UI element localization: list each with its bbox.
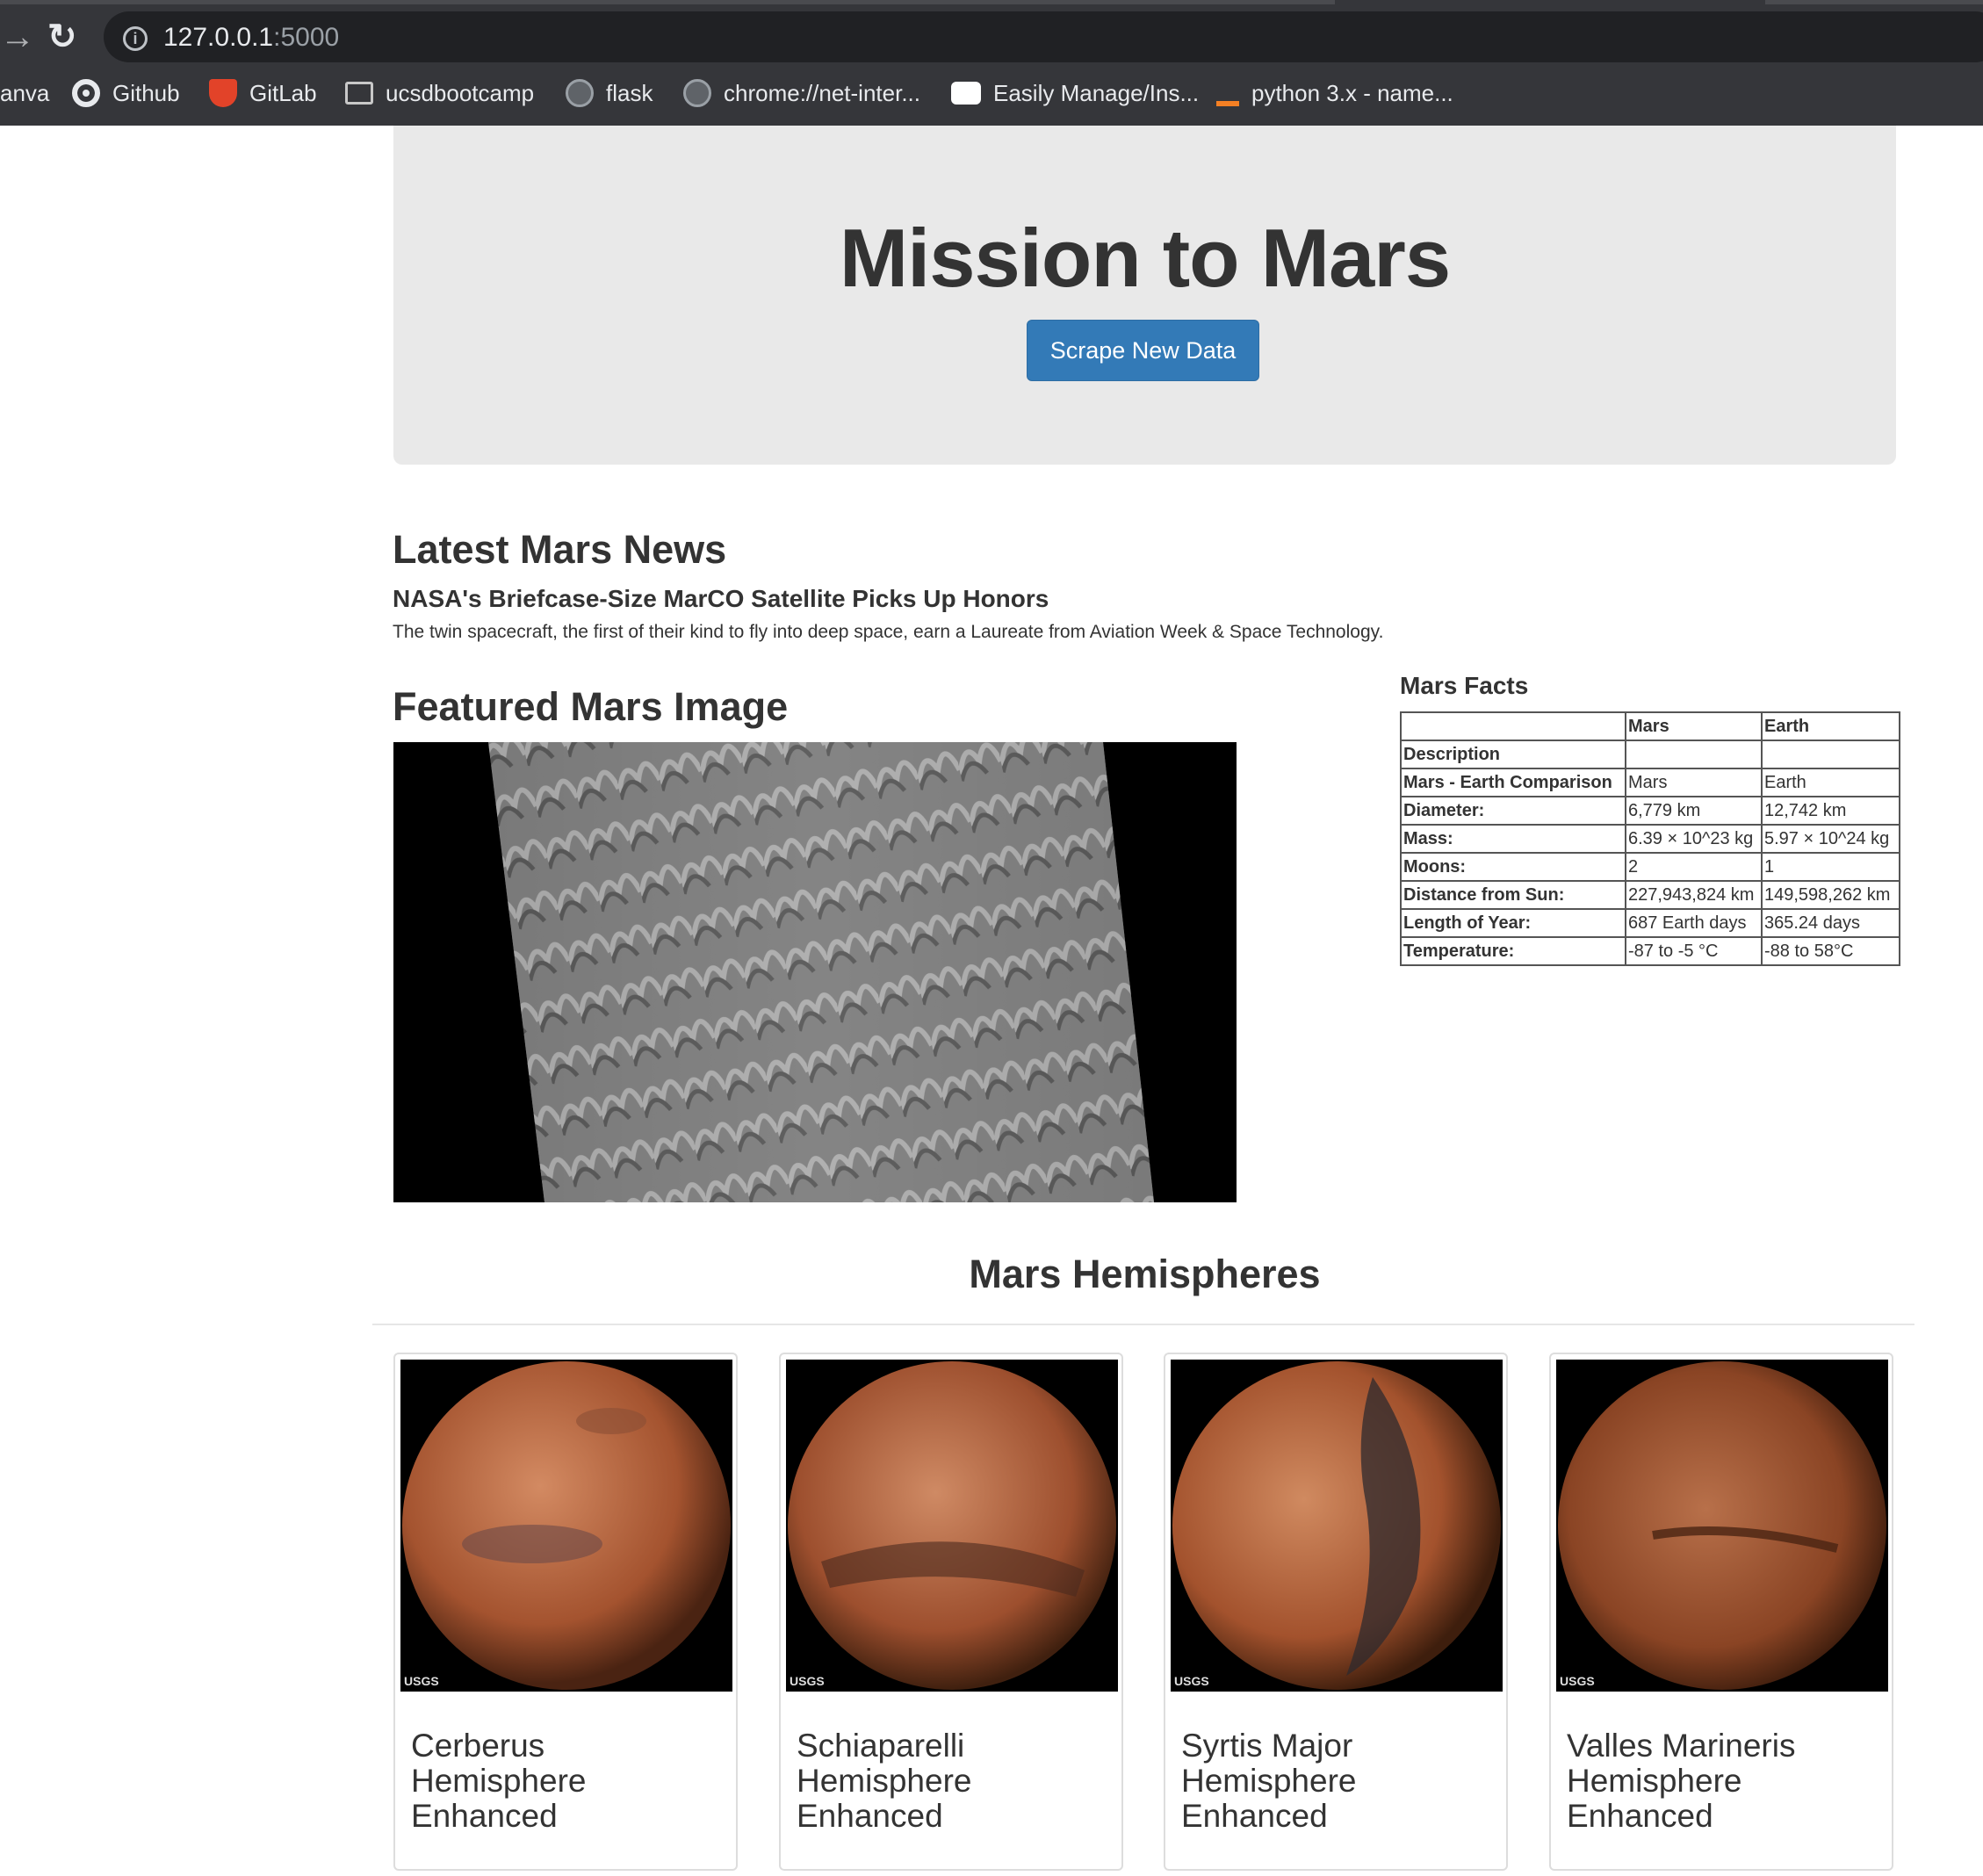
table-cell: 365.24 days — [1761, 908, 1900, 938]
hemisphere-image: USGS — [1556, 1360, 1888, 1692]
github-icon — [72, 79, 100, 107]
usgs-logo: USGS — [404, 1674, 439, 1688]
bookmark-github[interactable]: Github — [72, 74, 180, 112]
bookmark-canva[interactable]: anva — [0, 74, 49, 112]
globe-icon — [683, 79, 711, 107]
table-header-cell: Earth — [1761, 711, 1900, 741]
hemisphere-image: USGS — [786, 1360, 1118, 1692]
table-cell: Earth — [1761, 768, 1900, 797]
divider — [372, 1324, 1914, 1325]
table-header-cell: Mars — [1625, 711, 1763, 741]
medium-icon — [951, 82, 981, 105]
hemisphere-title[interactable]: Cerberus Hemisphere Enhanced — [411, 1728, 710, 1834]
news-paragraph: The twin spacecraft, the first of their … — [393, 622, 1384, 642]
table-row: Mass: 6.39 × 10^23 kg 5.97 × 10^24 kg — [1400, 824, 1900, 854]
site-info-icon[interactable]: i — [123, 26, 148, 51]
bookmark-label: Easily Manage/Ins... — [993, 79, 1200, 106]
table-cell: 149,598,262 km — [1761, 880, 1900, 910]
usgs-logo: USGS — [1560, 1674, 1595, 1688]
page-title: Mission to Mars — [839, 212, 1451, 304]
table-row: Temperature: -87 to -5 °C -88 to 58°C — [1400, 936, 1900, 966]
news-title: NASA's Briefcase-Size MarCO Satellite Pi… — [393, 585, 1049, 612]
table-cell: 227,943,824 km — [1625, 880, 1763, 910]
table-cell: 6.39 × 10^23 kg — [1625, 824, 1763, 854]
bookmark-label: anva — [0, 79, 50, 106]
mars-facts-heading: Mars Facts — [1400, 672, 1529, 699]
table-row: Diameter: 6,779 km 12,742 km — [1400, 796, 1900, 826]
gitlab-icon — [209, 79, 237, 107]
table-cell: 12,742 km — [1761, 796, 1900, 826]
table-cell: Diameter: — [1400, 796, 1626, 826]
bookmark-label: python 3.x - name... — [1251, 79, 1453, 106]
featured-mars-image — [393, 742, 1237, 1202]
table-header-cell — [1400, 711, 1626, 741]
table-cell — [1761, 740, 1900, 769]
bookmark-label: GitLab — [249, 79, 317, 106]
table-cell: Moons: — [1400, 852, 1626, 882]
table-cell: 6,779 km — [1625, 796, 1763, 826]
scrape-new-data-button[interactable]: Scrape New Data — [1027, 320, 1259, 381]
tab-strip-right — [1765, 0, 1983, 4]
usgs-logo: USGS — [790, 1674, 825, 1688]
bookmark-label: chrome://net-inter... — [724, 79, 920, 106]
bookmark-label: flask — [606, 79, 653, 106]
table-cell: 5.97 × 10^24 kg — [1761, 824, 1900, 854]
table-cell: Temperature: — [1400, 936, 1626, 966]
bookmark-gitlab[interactable]: GitLab — [209, 74, 317, 112]
globe-icon — [566, 79, 594, 107]
browser-toolbar: → ↻ i 127.0.0.1:5000 anva Github GitLab … — [0, 0, 1983, 126]
bookmark-label: Github — [112, 79, 180, 106]
table-cell: 687 Earth days — [1625, 908, 1763, 938]
news-heading: Latest Mars News — [393, 527, 727, 572]
dunes-image — [488, 742, 1154, 1202]
hemisphere-card-schiaparelli[interactable]: USGS Schiaparelli Hemisphere Enhanced — [779, 1353, 1123, 1871]
table-header-row: Mars Earth — [1400, 711, 1900, 741]
bookmark-label: ucsdbootcamp — [386, 79, 535, 106]
reload-icon[interactable]: ↻ — [47, 18, 83, 56]
table-cell: -88 to 58°C — [1761, 936, 1900, 966]
hemisphere-image: USGS — [400, 1360, 732, 1692]
url-host: 127.0.0.1 — [163, 23, 274, 52]
table-cell — [1625, 740, 1763, 769]
table-cell: Mass: — [1400, 824, 1626, 854]
hemisphere-image: USGS — [1171, 1360, 1503, 1692]
table-cell: Description — [1400, 740, 1626, 769]
hemispheres-heading: Mars Hemispheres — [969, 1252, 1321, 1296]
table-cell: Distance from Sun: — [1400, 880, 1626, 910]
table-cell: 1 — [1761, 852, 1900, 882]
table-cell: Length of Year: — [1400, 908, 1626, 938]
address-bar[interactable] — [104, 11, 1983, 62]
table-cell: Mars - Earth Comparison — [1400, 768, 1626, 797]
tab-strip — [0, 0, 1335, 4]
stackoverflow-icon — [1216, 80, 1239, 106]
url-text[interactable]: 127.0.0.1:5000 — [163, 20, 339, 55]
bookmark-medium[interactable]: Easily Manage/Ins... — [951, 74, 1199, 112]
bookmark-flask[interactable]: flask — [566, 74, 653, 112]
bookmarks-bar: anva Github GitLab ucsdbootcamp flask ch… — [0, 74, 1983, 112]
bookmark-ucsdbootcamp[interactable]: ucsdbootcamp — [345, 74, 534, 112]
hemisphere-card-syrtis-major[interactable]: USGS Syrtis Major Hemisphere Enhanced — [1164, 1353, 1508, 1871]
hemisphere-card-cerberus[interactable]: USGS Cerberus Hemisphere Enhanced — [393, 1353, 738, 1871]
table-row: Length of Year: 687 Earth days 365.24 days — [1400, 908, 1900, 938]
hemisphere-title[interactable]: Valles Marineris Hemisphere Enhanced — [1567, 1728, 1865, 1834]
table-cell: -87 to -5 °C — [1625, 936, 1763, 966]
hemisphere-card-valles-marineris[interactable]: USGS Valles Marineris Hemisphere Enhance… — [1549, 1353, 1893, 1871]
url-port: :5000 — [273, 23, 340, 52]
table-row: Mars - Earth Comparison Mars Earth — [1400, 768, 1900, 797]
usgs-logo: USGS — [1174, 1674, 1209, 1688]
hemisphere-title[interactable]: Syrtis Major Hemisphere Enhanced — [1181, 1728, 1480, 1834]
mars-facts-table: Mars Earth Description Mars - Earth Comp… — [1400, 711, 1900, 966]
featured-image-heading: Featured Mars Image — [393, 684, 789, 729]
table-row: Description — [1400, 740, 1900, 769]
folder-icon — [345, 82, 373, 105]
table-row: Moons: 2 1 — [1400, 852, 1900, 882]
table-cell: 2 — [1625, 852, 1763, 882]
table-row: Distance from Sun: 227,943,824 km 149,598,… — [1400, 880, 1900, 910]
table-cell: Mars — [1625, 768, 1763, 797]
bookmark-stackoverflow[interactable]: python 3.x - name... — [1216, 74, 1453, 112]
forward-arrow-icon[interactable]: → — [0, 19, 35, 54]
bookmark-net-internals[interactable]: chrome://net-inter... — [683, 74, 920, 112]
hemisphere-title[interactable]: Schiaparelli Hemisphere Enhanced — [797, 1728, 1095, 1834]
